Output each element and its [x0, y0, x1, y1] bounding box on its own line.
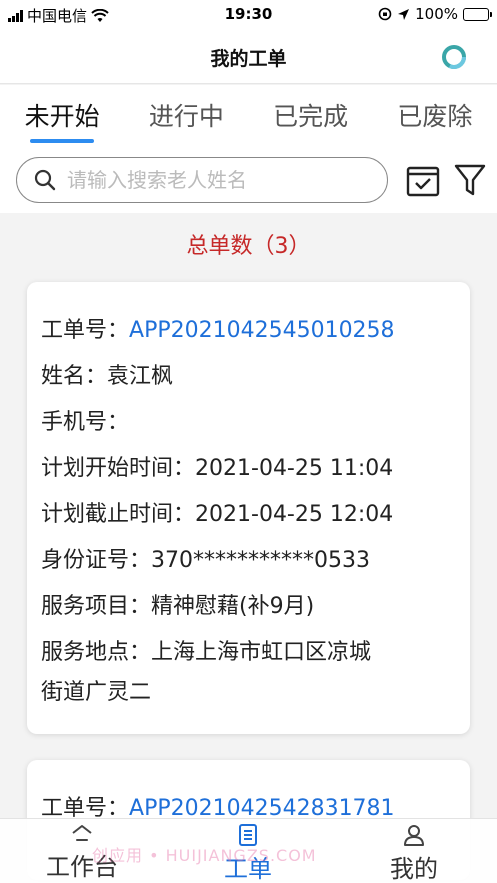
- battery-icon: [463, 7, 492, 21]
- plan-end-row: 计划截止时间：2021-04-25 12:04: [41, 492, 454, 538]
- place-value-line2: 街道广灵二: [41, 680, 152, 705]
- user-icon: [404, 825, 424, 846]
- tab-completed[interactable]: 已完成: [249, 85, 373, 147]
- filter-icon[interactable]: [454, 163, 486, 197]
- phone-row: 手机号：: [41, 400, 454, 446]
- nav-mine-label: 我的: [390, 855, 438, 883]
- name-row: 姓名：袁江枫: [41, 354, 454, 400]
- place-label: 服务地点：: [41, 640, 152, 665]
- nav-mine[interactable]: 我的: [354, 823, 474, 883]
- tab-cancelled[interactable]: 已废除: [373, 85, 497, 147]
- battery-percent: 100%: [415, 5, 458, 23]
- place-value-line1: 上海上海市虹口区凉城: [151, 640, 372, 665]
- search-row: [0, 147, 497, 213]
- plan-start-row: 计划开始时间：2021-04-25 11:04: [41, 446, 454, 492]
- service-value: 精神慰藉(补9月): [151, 594, 315, 619]
- name-label: 姓名：: [41, 364, 108, 389]
- header: 我的工单: [0, 30, 497, 84]
- name-value: 袁江枫: [107, 364, 174, 389]
- tab-in-progress[interactable]: 进行中: [124, 85, 248, 147]
- status-tabs: 未开始 进行中 已完成 已废除: [0, 85, 497, 147]
- id-number-label: 身份证号：: [41, 548, 152, 573]
- service-label: 服务项目：: [41, 594, 152, 619]
- place-row: 服务地点：上海上海市虹口区凉城 街道广灵二: [41, 633, 454, 713]
- order-number-link[interactable]: APP2021042545010258: [129, 318, 395, 343]
- order-number-row: 工单号：APP2021042545010258: [41, 308, 454, 354]
- orientation-lock-icon: [378, 7, 392, 21]
- home-icon: [72, 825, 92, 841]
- plan-start-label: 计划开始时间：: [41, 456, 196, 481]
- plan-start-value: 2021-04-25 11:04: [195, 456, 394, 481]
- plan-end-value: 2021-04-25 12:04: [195, 502, 394, 527]
- calendar-check-icon[interactable]: [406, 163, 440, 197]
- search-icon: [34, 169, 56, 191]
- watermark: 创应用 • HUIJIANGZS.COM: [92, 846, 317, 865]
- search-input[interactable]: [67, 168, 357, 192]
- tab-not-started[interactable]: 未开始: [0, 85, 124, 147]
- page-title: 我的工单: [210, 48, 287, 70]
- phone-label: 手机号：: [41, 410, 130, 435]
- order-number-label: 工单号：: [41, 318, 130, 343]
- id-number-row: 身份证号：370***********0533: [41, 538, 454, 584]
- total-count: 总单数（3）: [186, 234, 311, 259]
- search-box[interactable]: [16, 157, 388, 203]
- status-right: 100%: [378, 5, 492, 23]
- plan-end-label: 计划截止时间：: [41, 502, 196, 527]
- order-card[interactable]: 工单号：APP2021042545010258 姓名：袁江枫 手机号： 计划开始…: [27, 282, 470, 734]
- app-logo-icon[interactable]: [441, 44, 467, 70]
- id-number-value: 370***********0533: [151, 548, 370, 573]
- service-row: 服务项目：精神慰藉(补9月): [41, 584, 454, 630]
- location-icon: [398, 8, 410, 20]
- status-bar: 中国电信 19:30 100%: [0, 0, 497, 30]
